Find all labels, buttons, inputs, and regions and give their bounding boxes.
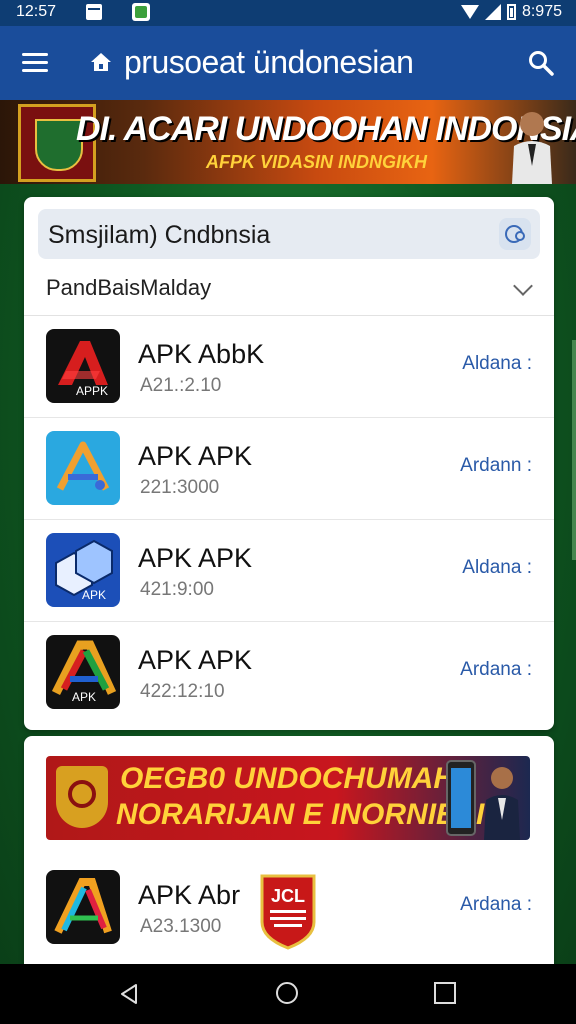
search-field[interactable]: Smsjilam) Cndbnsia [38,209,540,259]
banner-line-1: OEGB0 UNDOCHUMAH [120,762,456,795]
svg-text:APPK: APPK [76,384,108,398]
search-query: Smsjilam) Cndbnsia [48,221,271,249]
edge-highlight [572,340,576,560]
app-notification-icon [132,3,150,21]
apk-triangle-blue-icon [46,431,120,505]
app-version: A23.1300 [140,916,222,937]
svg-text:APK: APK [82,588,106,602]
list-item[interactable]: APK APK APK 421:9:00 Aldana : [24,519,554,622]
promo-banner-top[interactable]: DI. ACARI UNDOOHAN INDONSIAI AFPK VIDASI… [0,100,576,184]
status-bar: 12:57 8:975 [0,0,576,26]
app-list-card: Smsjilam) Cndbnsia PandBaisMalday APPK A… [24,197,554,730]
app-name: APK Abr [138,880,241,910]
banner-headline: DI. ACARI UNDOOHAN INDONSIAI [76,110,576,148]
status-indicators: 8:975 [460,3,562,21]
app-name: APK APK [138,645,253,675]
list-item[interactable]: APK APK 221:3000 Ardann : [24,417,554,520]
apk-stripe-a-icon [46,870,120,944]
filter-label: PandBaisMalday [46,275,212,300]
apk-rainbow-a-icon: APK [46,635,120,709]
app-version: 221:3000 [140,477,220,498]
overlay-badge-text: JCL [271,886,305,906]
person-image [512,112,552,184]
recents-icon[interactable] [434,982,456,1004]
app-title: prusoeat ündonesian [124,44,414,80]
status-right-text: 8:975 [521,3,562,20]
banner-subline: AFPK VIDASIN INDNGIKH [206,152,428,172]
app-name: APK APK [138,543,253,573]
back-icon[interactable] [118,982,142,1006]
app-action-button[interactable]: Ardana : [460,659,532,681]
promo-card: OEGB0 UNDOCHUMAH NORARIJAN E INORNIESI A… [24,736,554,976]
app-action-button[interactable]: Aldana : [462,557,532,579]
list-item[interactable]: APK APK APK 422:12:10 Ardana : [24,621,554,723]
app-version: 422:12:10 [140,681,225,702]
hamburger-menu-icon[interactable] [22,53,48,73]
apk-red-a-icon: APPK [46,329,120,403]
home-icon [91,53,111,71]
filter-dropdown[interactable]: PandBaisMalday [24,263,554,316]
app-name: APK AbbK [138,339,265,369]
chevron-down-icon [513,276,533,296]
home-circle-icon[interactable] [276,982,298,1004]
signal-icon [484,4,501,20]
app-bar: prusoeat ündonesian [0,26,576,100]
battery-icon [506,4,516,20]
person-image [484,767,520,840]
overlay-badge: JCL [260,874,316,950]
app-name: APK APK [138,441,253,471]
app-action-button[interactable]: Ardana : [460,894,532,916]
notification-icon [86,4,102,20]
list-item[interactable]: APPK APK AbbK A21.:2.10 Aldana : [24,315,554,418]
phone-icon [446,760,476,836]
svg-text:APK: APK [72,690,96,704]
banner-line-2: NORARIJAN E INORNIESI [116,798,485,831]
app-version: 421:9:00 [140,579,214,600]
system-nav-bar [0,964,576,1024]
voice-search-icon[interactable] [498,217,532,251]
app-action-button[interactable]: Aldana : [462,353,532,375]
shield-icon [56,766,108,828]
apk-cube-icon: APK [46,533,120,607]
search-icon[interactable] [528,50,554,76]
promo-banner-mid[interactable]: OEGB0 UNDOCHUMAH NORARIJAN E INORNIESI [46,756,530,840]
app-action-button[interactable]: Ardann : [460,455,532,477]
wifi-icon [460,5,479,19]
app-version: A21.:2.10 [140,375,222,396]
status-time: 12:57 [16,3,57,20]
